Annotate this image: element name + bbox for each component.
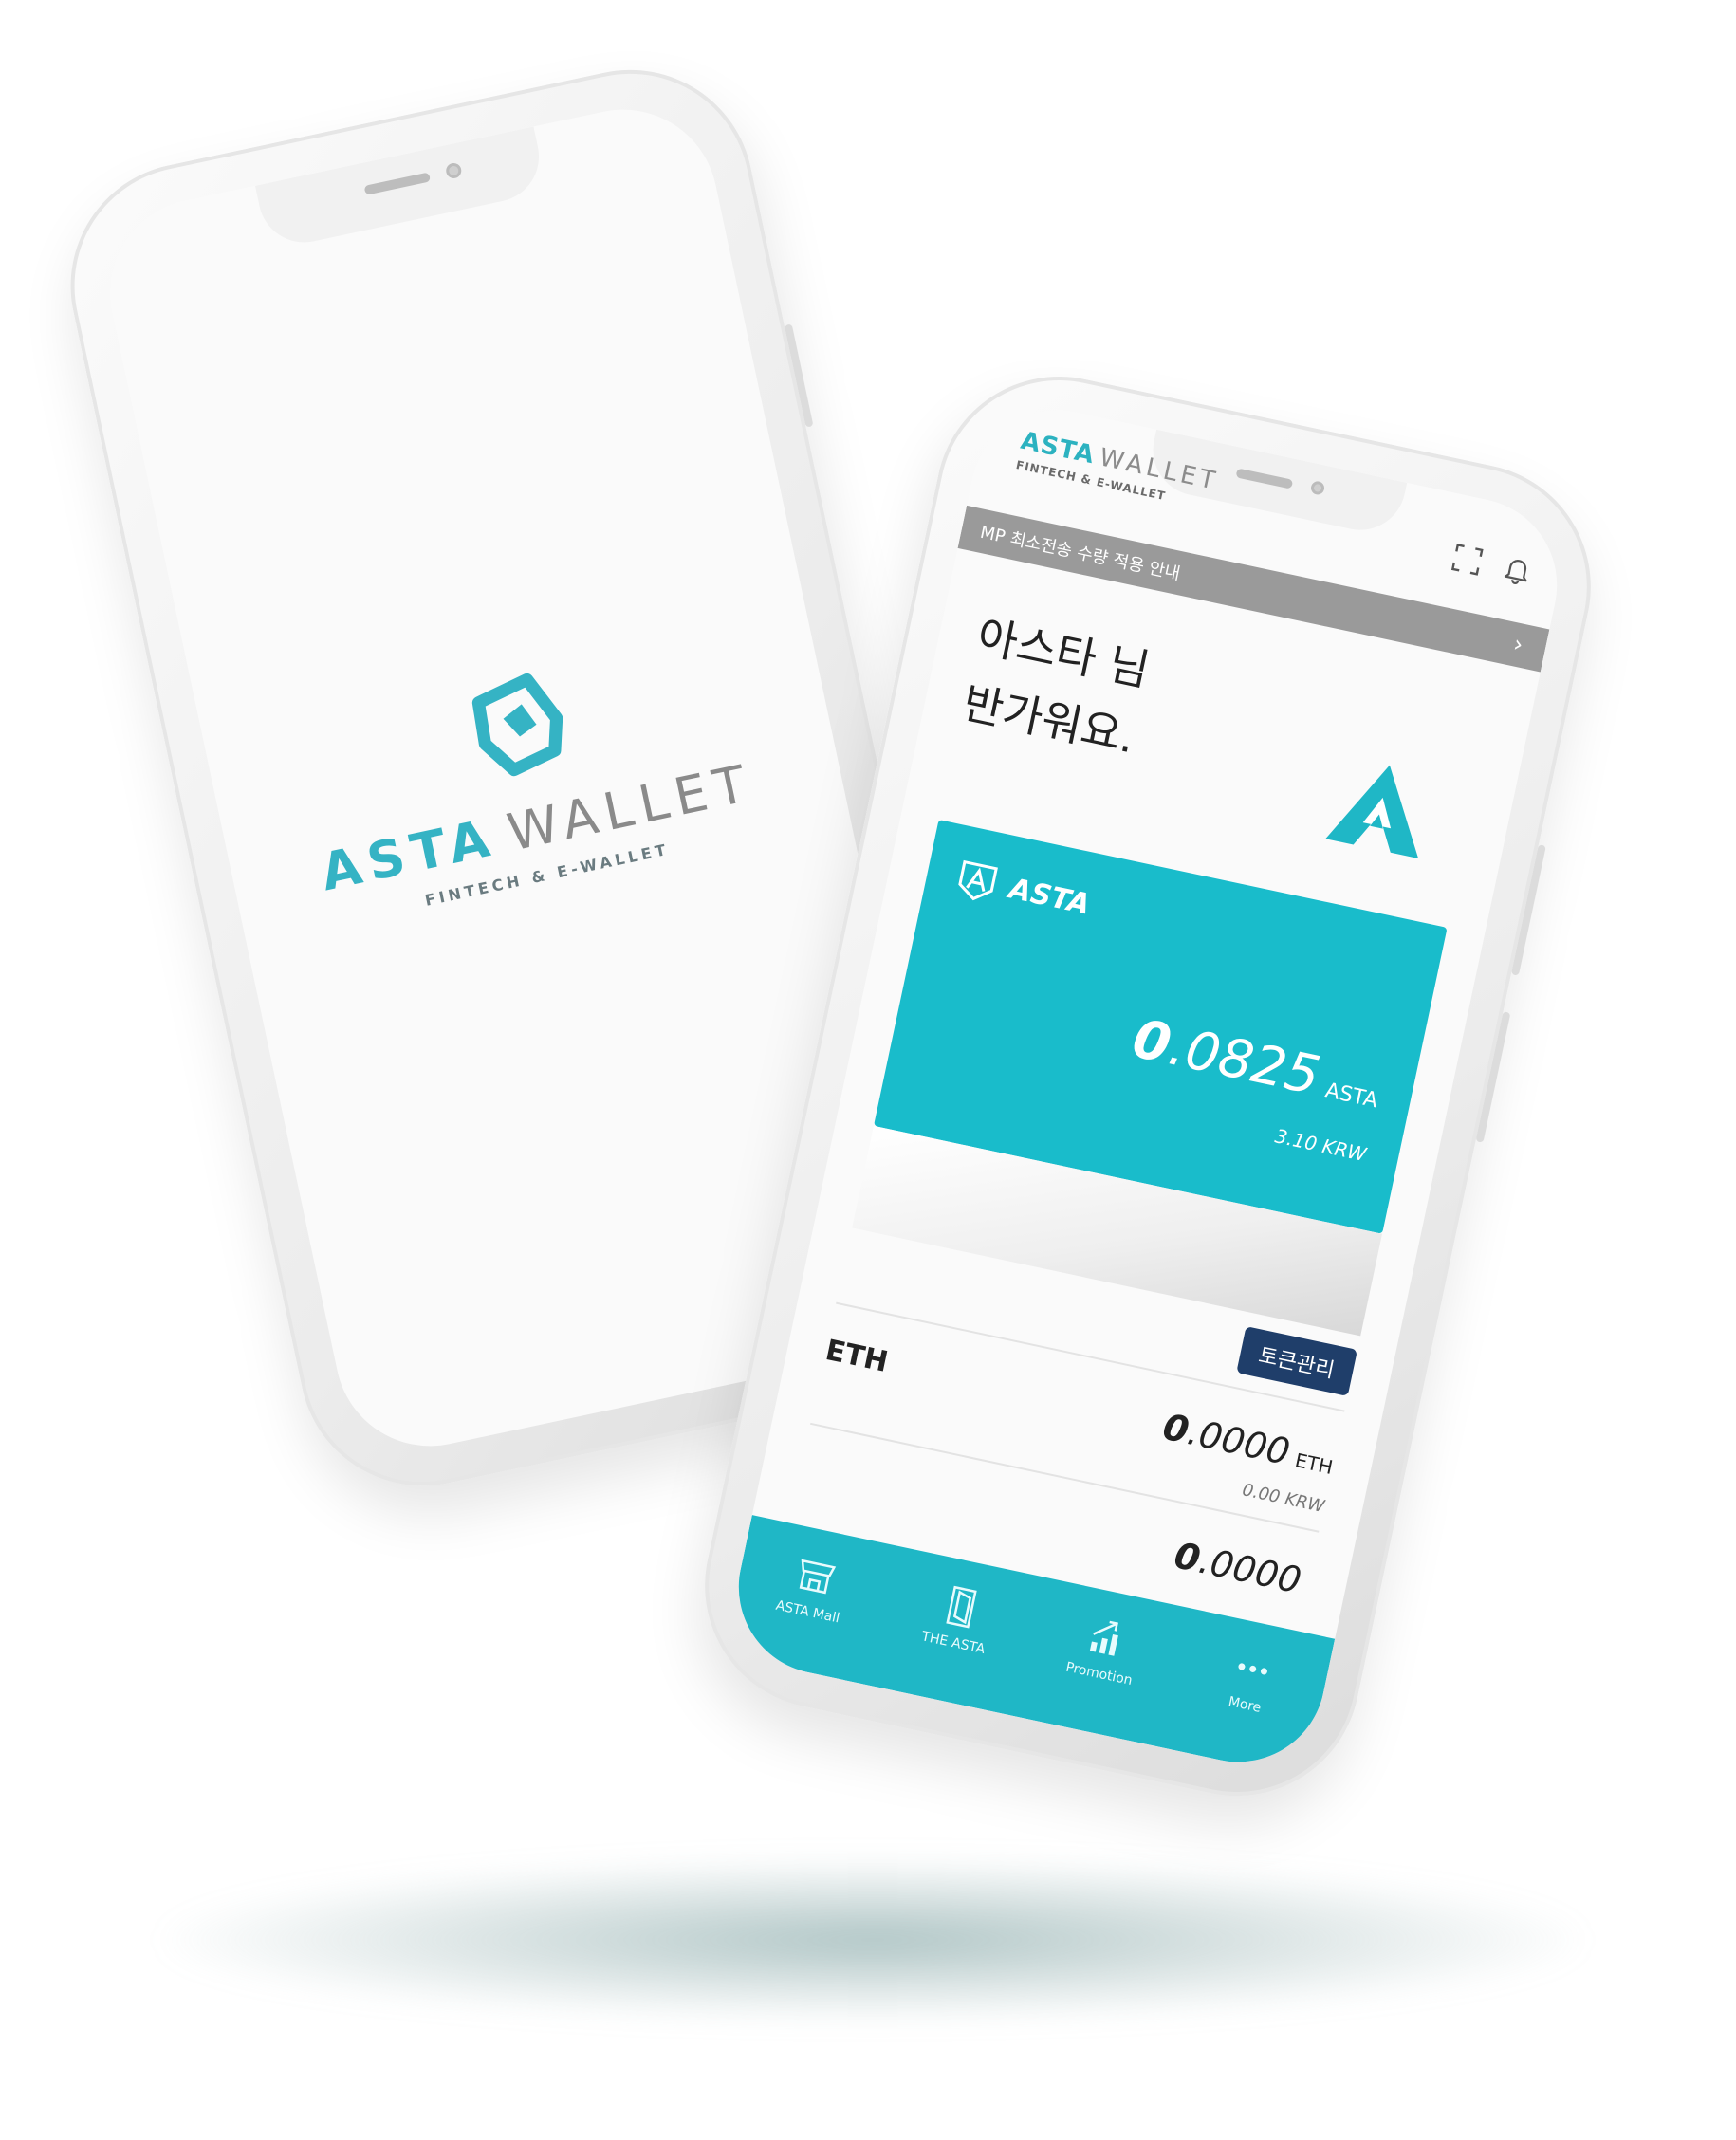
card-amount: 0.0825ASTA (1127, 1008, 1386, 1121)
token-symbol: ETH (822, 1333, 892, 1379)
token-balance-unit: ETH (1293, 1448, 1336, 1479)
tab-label: Promotion (1063, 1659, 1134, 1689)
tab-the-asta[interactable]: THE ASTA (896, 1574, 1022, 1662)
side-button (784, 323, 814, 428)
tab-label: THE ASTA (920, 1629, 987, 1658)
door-icon (945, 1585, 977, 1629)
side-button (1510, 844, 1546, 976)
chevron-right-icon: › (1511, 630, 1526, 658)
tab-promotion[interactable]: Promotion (1042, 1605, 1167, 1693)
splash-logo: ASTAWALLET FINTECH & E-WALLET (203, 612, 850, 948)
chart-up-icon (1089, 1620, 1118, 1656)
token-balance-unit (1304, 1577, 1309, 1599)
card-krw: 3.10 KRW (1272, 1124, 1369, 1167)
token-balance: 0.0000 (1171, 1534, 1312, 1603)
tab-more[interactable]: More (1188, 1635, 1313, 1724)
token-manage-button[interactable]: 토큰관리 (1236, 1326, 1358, 1396)
token-balance: 0.0000ETH (1159, 1406, 1338, 1483)
more-dots-icon (1237, 1663, 1267, 1675)
floor-shadow (161, 1859, 1584, 2020)
card-token-name: ASTA (1006, 872, 1094, 922)
wallet-logo-icon (471, 673, 563, 777)
asta-shield-icon (958, 859, 998, 901)
header-brand: ASTAWALLET FINTECH & E-WALLET (1015, 427, 1221, 513)
asta-triangle-logo-icon (1325, 765, 1419, 859)
header-actions (1450, 542, 1536, 588)
token-krw: 0.00 KRW (1240, 1480, 1326, 1518)
speaker-grille (363, 172, 432, 195)
scan-icon[interactable] (1450, 542, 1486, 578)
tab-label: More (1227, 1694, 1263, 1716)
front-camera (444, 161, 463, 180)
token-balance-frac: .0000 (1184, 1411, 1294, 1473)
notch (254, 126, 547, 251)
greeting: 아스타 님 반가워요. (957, 601, 1156, 771)
store-icon (799, 1559, 836, 1595)
token-balance-frac: .0000 (1195, 1539, 1305, 1602)
wallet-screen: ASTAWALLET FINTECH & E-WALLET MP 최소전송 수량… (722, 394, 1574, 1779)
tab-label: ASTA Mall (774, 1597, 841, 1627)
card-brand: ASTA (951, 856, 1095, 927)
bell-icon[interactable] (1500, 552, 1536, 588)
side-button (1475, 1011, 1511, 1143)
tab-asta-mall[interactable]: ASTA Mall (750, 1542, 876, 1631)
card-amount-unit: ASTA (1322, 1079, 1380, 1114)
card-amount-frac: .0825 (1163, 1015, 1325, 1108)
